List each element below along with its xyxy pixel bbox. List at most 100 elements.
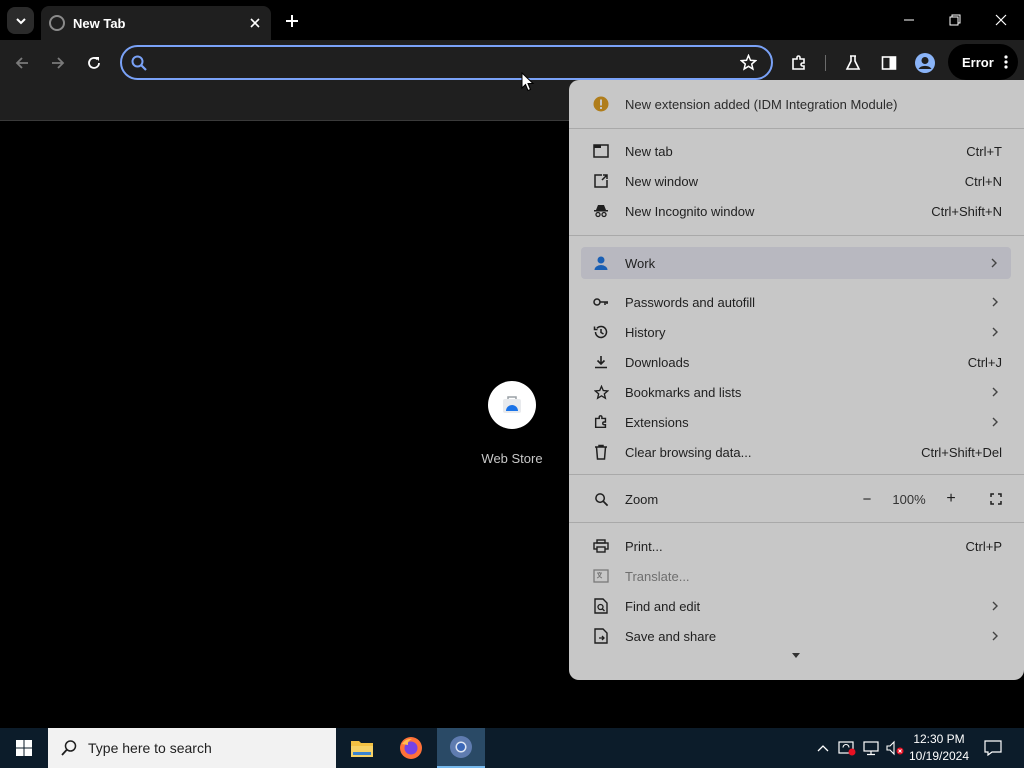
menu-label: New window: [625, 173, 698, 189]
key-icon: [593, 294, 609, 310]
menu-label: Work: [625, 255, 656, 271]
menu-history[interactable]: History: [569, 317, 1024, 347]
shortcut-web-store[interactable]: Web Store: [478, 381, 546, 466]
close-tab-icon[interactable]: [245, 13, 265, 33]
menu-label: Bookmarks and lists: [625, 384, 742, 400]
warning-icon: [593, 96, 609, 112]
chevron-right-icon: [992, 297, 998, 307]
error-menu-button[interactable]: Error: [948, 44, 1018, 80]
flask-icon: [845, 55, 861, 70]
history-icon: [593, 324, 609, 340]
menu-new-window[interactable]: New window Ctrl+N: [569, 166, 1024, 196]
tab-new-tab[interactable]: New Tab: [41, 6, 271, 40]
printer-icon: [593, 538, 609, 554]
action-center-button[interactable]: [978, 728, 1008, 768]
reload-button[interactable]: [81, 50, 107, 76]
menu-label: Find and edit: [625, 598, 701, 614]
toolbar-divider: [825, 55, 826, 71]
fullscreen-button[interactable]: [968, 493, 1024, 505]
taskbar-firefox[interactable]: [387, 728, 435, 768]
chrome-icon: [450, 736, 472, 758]
chevron-right-icon: [992, 387, 998, 397]
menu-label: New Incognito window: [625, 203, 755, 219]
back-button[interactable]: [9, 50, 35, 76]
side-panel-button[interactable]: [876, 50, 902, 76]
chevron-right-icon: [992, 631, 998, 641]
search-icon: [61, 740, 77, 756]
tray-overflow-button[interactable]: [812, 728, 834, 768]
minimize-button[interactable]: [886, 0, 932, 40]
menu-label: Translate...: [625, 568, 690, 584]
taskbar-clock[interactable]: 12:30 PM 10/19/2024: [908, 731, 970, 765]
start-button[interactable]: [0, 728, 48, 768]
menu-passwords[interactable]: Passwords and autofill: [569, 287, 1024, 317]
menu-save-and-share[interactable]: Save and share: [569, 621, 1024, 651]
menu-shortcut: Ctrl+P: [965, 538, 1002, 554]
plus-icon: [286, 15, 298, 27]
menu-bookmarks[interactable]: Bookmarks and lists: [569, 377, 1024, 407]
menu-shortcut: Ctrl+T: [966, 143, 1002, 159]
firefox-icon: [400, 737, 422, 759]
chevron-down-icon: [15, 17, 26, 24]
menu-clear-browsing-data[interactable]: Clear browsing data... Ctrl+Shift+Del: [569, 437, 1024, 467]
tray-network-button[interactable]: [860, 728, 882, 768]
address-input[interactable]: [150, 54, 735, 71]
search-icon: [128, 52, 150, 74]
taskbar-chrome[interactable]: [437, 728, 485, 768]
menu-translate[interactable]: Translate...: [569, 561, 1024, 591]
menu-label: History: [625, 324, 666, 340]
error-label: Error: [962, 54, 994, 70]
menu-extension-notification[interactable]: New extension added (IDM Integration Mod…: [569, 89, 1024, 119]
new-tab-button[interactable]: [280, 9, 304, 33]
tray-update-icon-button[interactable]: [836, 728, 858, 768]
menu-downloads[interactable]: Downloads Ctrl+J: [569, 347, 1024, 377]
menu-label: Downloads: [625, 354, 690, 370]
zoom-in-button[interactable]: +: [934, 490, 968, 508]
menu-print[interactable]: Print... Ctrl+P: [569, 531, 1024, 561]
clock-date: 10/19/2024: [908, 749, 970, 763]
windows-logo-icon: [16, 740, 32, 756]
profile-avatar-button[interactable]: [912, 50, 938, 76]
find-in-page-icon: [593, 598, 609, 614]
tab-search-button[interactable]: [7, 7, 34, 34]
arrow-right-icon: [52, 57, 65, 69]
zoom-icon: [593, 491, 609, 507]
globe-icon: [49, 15, 65, 31]
fullscreen-icon: [990, 493, 1002, 505]
menu-find-and-edit[interactable]: Find and edit: [569, 591, 1024, 621]
chevron-up-icon: [817, 745, 829, 752]
update-warning-icon: [838, 741, 856, 756]
menu-label: Print...: [625, 538, 663, 554]
menu-extensions[interactable]: Extensions: [569, 407, 1024, 437]
taskbar-search[interactable]: Type here to search: [48, 728, 336, 768]
taskbar-file-explorer[interactable]: [338, 728, 386, 768]
incognito-icon: [593, 203, 609, 219]
forward-button[interactable]: [45, 50, 71, 76]
extensions-button[interactable]: [786, 50, 812, 76]
save-share-icon: [593, 628, 609, 644]
tray-volume-button[interactable]: [884, 728, 906, 768]
puzzle-icon: [792, 55, 805, 70]
app-menu: New extension added (IDM Integration Mod…: [569, 80, 1024, 680]
scroll-down-icon[interactable]: [792, 653, 800, 659]
bookmark-star-icon[interactable]: [735, 50, 761, 76]
menu-shortcut: Ctrl+N: [964, 173, 1002, 189]
browser-toolbar: Error: [0, 40, 1024, 85]
zoom-level: 100%: [892, 491, 926, 507]
zoom-controls: − 100% +: [850, 484, 1024, 514]
new-window-icon: [593, 173, 609, 189]
notification-label: New extension added (IDM Integration Mod…: [625, 96, 898, 112]
restore-button[interactable]: [932, 0, 978, 40]
labs-button[interactable]: [840, 50, 866, 76]
translate-icon: [593, 568, 609, 584]
menu-new-incognito[interactable]: New Incognito window Ctrl+Shift+N: [569, 196, 1024, 226]
menu-profile-work[interactable]: Work: [581, 247, 1011, 279]
close-window-button[interactable]: [978, 0, 1024, 40]
zoom-out-button[interactable]: −: [850, 491, 884, 508]
side-panel-icon: [881, 56, 897, 70]
menu-label: Save and share: [625, 628, 717, 644]
menu-new-tab[interactable]: New tab Ctrl+T: [569, 136, 1024, 166]
address-bar[interactable]: [120, 45, 773, 80]
menu-divider: [569, 128, 1024, 129]
new-tab-icon: [593, 143, 609, 159]
